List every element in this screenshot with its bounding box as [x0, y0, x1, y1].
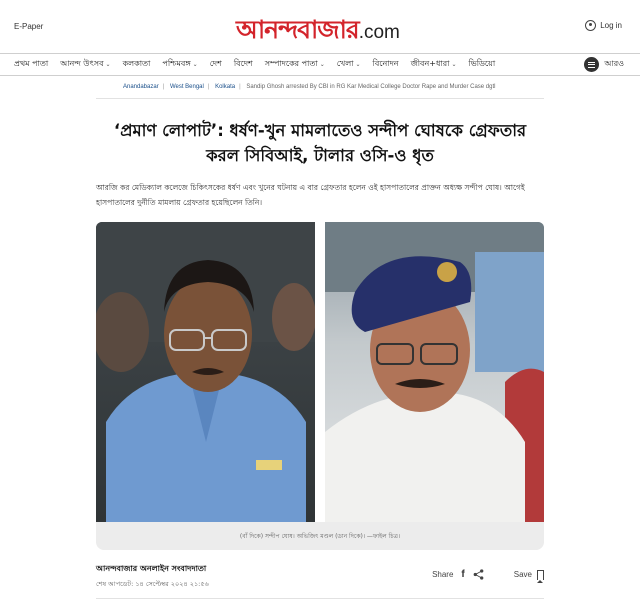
breadcrumb-kolkata[interactable]: Kolkata — [215, 84, 235, 90]
more-label: আরও — [604, 59, 624, 68]
login-button[interactable]: Log in — [585, 20, 622, 31]
chevron-down-icon: ⌄ — [451, 61, 457, 68]
article-actions: Share f Save — [432, 569, 544, 583]
user-icon — [585, 20, 597, 31]
hamburger-icon — [584, 57, 600, 72]
last-updated: শেষ আপডেট: ১৪ সেপ্টেম্বর ২০২৪ ২১:৫৬ — [96, 580, 209, 588]
author-name[interactable]: আনন্দবাজার অনলাইন সংবাদদাতা — [96, 563, 206, 576]
breadcrumb-anandabazar[interactable]: Anandabazar — [123, 84, 159, 90]
nav-item[interactable]: দেশ — [210, 58, 222, 71]
share-label: Share — [432, 570, 454, 579]
nav-item[interactable]: প্রথম পাতা — [14, 58, 48, 71]
photo-caption: (বাঁ দিকে) সন্দীপ ঘোষ। অভিজিৎ মণ্ডল (ডান… — [239, 533, 401, 540]
nav-item-label: দেশ — [209, 59, 222, 68]
divider — [96, 98, 544, 99]
chevron-down-icon: ⌄ — [192, 61, 198, 68]
facebook-icon[interactable]: f — [461, 569, 464, 580]
nav-item-label: জীবন+ধারা — [410, 59, 450, 68]
save-button[interactable]: Save — [513, 569, 544, 583]
breadcrumb: Anandabazar | West Bengal | Kolkata | Sandi… — [123, 84, 496, 90]
nav-item[interactable]: বিদেশ — [234, 58, 253, 71]
photo-abhijit-mondal — [325, 222, 544, 522]
article-subheadline: আরজি কর মেডিক্যাল কলেজে চিকিৎসকের ধর্ষণ … — [96, 183, 525, 207]
nav-item[interactable]: খেলা ⌄ — [337, 58, 361, 71]
logo-com: .com — [358, 22, 400, 43]
logo-bengali: আনন্দবাজার — [236, 15, 360, 44]
nav-item-label: কলকাতা — [122, 59, 151, 68]
nav-item-label: আনন্দ উৎসব — [60, 59, 104, 68]
nav-item-label: পশ্চিমবঙ্গ — [162, 59, 191, 68]
nav-items: প্রথম পাতা আনন্দ উৎসব ⌄ কলকাতা পশ্চিমবঙ্গ ⌄ দে… — [14, 54, 495, 75]
divider — [96, 598, 544, 599]
chevron-down-icon: ⌄ — [105, 61, 111, 68]
nav-item-label: বিদেশ — [233, 59, 253, 68]
main-nav: প্রথম পাতা আনন্দ উৎসব ⌄ কলকাতা পশ্চিমবঙ্গ ⌄ দে… — [0, 53, 640, 76]
nav-item[interactable]: জীবন+ধারা ⌄ — [411, 58, 457, 71]
site-logo[interactable]: আনন্দবাজার.com — [236, 10, 400, 53]
nav-item-label: প্রথম পাতা — [14, 59, 49, 68]
photo-sandip-ghosh — [96, 222, 315, 522]
chevron-down-icon: ⌄ — [319, 61, 325, 68]
nav-item[interactable]: ভিডিয়ো — [469, 58, 496, 71]
photo-caption-area: (বাঁ দিকে) সন্দীপ ঘোষ। অভিজিৎ মণ্ডল (ডান… — [96, 522, 544, 550]
nav-item-label: বিনোদন — [372, 59, 399, 68]
epaper-link[interactable]: E-Paper — [14, 22, 43, 31]
nav-item[interactable]: সম্পাদকের পাতা ⌄ — [265, 58, 325, 71]
nav-item-label: ভিডিয়ো — [468, 59, 496, 68]
nav-item[interactable]: বিনোদন — [373, 58, 399, 71]
save-label: Save — [513, 570, 532, 579]
nav-item[interactable]: পশ্চিমবঙ্গ ⌄ — [162, 58, 197, 71]
more-menu-button[interactable]: আরও — [584, 57, 624, 72]
nav-item-label: সম্পাদকের পাতা — [264, 59, 318, 68]
breadcrumb-west-bengal[interactable]: West Bengal — [170, 84, 204, 90]
login-label: Log in — [600, 21, 622, 30]
nav-item-label: খেলা — [336, 59, 354, 68]
breadcrumb-current: Sandip Ghosh arrested By CBI in RG Kar M… — [246, 84, 496, 90]
site-header: E-Paper আনন্দবাজার.com Log in — [0, 0, 640, 54]
chevron-down-icon: ⌄ — [355, 61, 361, 68]
article-headline: ‘প্রমাণ লোপাট’: ধর্ষণ-খুন মামলাতেও সন্দী… — [113, 121, 527, 165]
nav-item[interactable]: কলকাতা — [123, 58, 151, 71]
share-icon[interactable] — [473, 569, 484, 580]
bookmark-icon — [537, 569, 544, 583]
nav-item[interactable]: আনন্দ উৎসব ⌄ — [60, 58, 110, 71]
